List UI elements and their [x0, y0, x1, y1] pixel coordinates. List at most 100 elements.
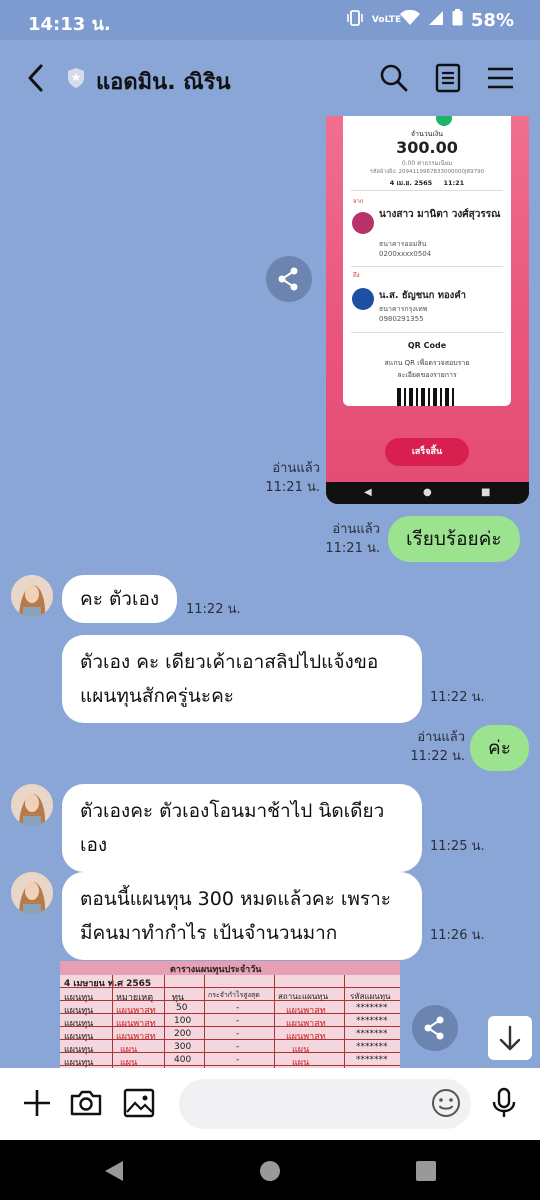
- gsb-bank-logo: [352, 212, 374, 234]
- message-input[interactable]: [179, 1079, 471, 1129]
- table-header-cell: แผนทุน: [64, 993, 94, 1003]
- receipt-time: 11:21: [443, 179, 465, 187]
- table-cell: *******: [356, 1055, 388, 1065]
- scroll-to-bottom-button[interactable]: [488, 1016, 532, 1060]
- avatar[interactable]: [11, 575, 53, 617]
- battery-percent: 58%: [470, 9, 514, 31]
- plan-table-image[interactable]: ตารางแผนทุนประจำวัน 4 เมษายน พ.ศ 2565 แผ…: [60, 961, 400, 1068]
- table-row: [60, 975, 400, 988]
- table-cell: *******: [356, 1042, 388, 1052]
- message-input-bar: [0, 1068, 540, 1140]
- qr-code: [397, 388, 457, 406]
- message-meta: อ่านแล้ว 11:22 น.: [395, 728, 465, 766]
- message-time: 11:21 น.: [265, 480, 320, 495]
- to-account: 0980291355: [379, 315, 424, 323]
- avatar[interactable]: [11, 784, 53, 826]
- table-cell: แผนทุน: [64, 1045, 94, 1055]
- back-button[interactable]: [22, 60, 52, 96]
- table-col-line: [112, 975, 113, 1068]
- table-cell: แผน: [120, 1045, 138, 1055]
- table-cell: แผนพาสท: [286, 1019, 326, 1029]
- camera-button[interactable]: [69, 1086, 103, 1120]
- incoming-message[interactable]: ตอนนี้แผนทุน 300 หมดแล้วคะ เพราะ มีคนมาท…: [62, 872, 422, 960]
- back-triangle-icon: [105, 1161, 123, 1181]
- incoming-message[interactable]: คะ ตัวเอง: [62, 575, 178, 623]
- to-label: ถึง: [353, 272, 360, 279]
- from-name: นางสาว มานิตา วงศ์สุวรรณ: [379, 209, 501, 220]
- table-header-cell: รหัสแผนทุน: [350, 992, 391, 1001]
- from-bank: ธนาคารออมสิน: [379, 240, 427, 248]
- message-line: มีคนมาทำกำไร เป้นจำนวนมาก: [80, 922, 338, 944]
- qr-desc-1: สแกน QR เพื่อตรวจสอบราย: [384, 359, 470, 367]
- message-time: 11:22 น.: [430, 690, 485, 705]
- divider: [351, 332, 503, 333]
- table-col-line: [204, 975, 205, 1068]
- system-nav-bar: [0, 1140, 540, 1200]
- notes-button[interactable]: [432, 62, 464, 94]
- incoming-message[interactable]: ตัวเอง คะ เดียวเค้าเอาสลิปไปแจ้งขอ แผนทุ…: [62, 635, 422, 723]
- recents-square-icon: [416, 1161, 436, 1181]
- message-time: 11:22 น.: [410, 749, 465, 764]
- table-header-cell: กระจำกำไรสูงสุด: [208, 991, 260, 999]
- table-cell: *******: [356, 1029, 388, 1039]
- receipt-screen: จำนวนเงิน 300.00 0.00 ค่าธรรมเนียม รหัสอ…: [326, 116, 529, 482]
- outgoing-message[interactable]: ค่ะ: [470, 725, 529, 771]
- message-time: 11:21 น.: [325, 541, 380, 556]
- finish-button: เสร็จสิ้น: [385, 438, 469, 466]
- share-icon: [278, 267, 298, 291]
- table-row: [60, 1027, 400, 1040]
- avatar[interactable]: [11, 872, 53, 914]
- back-triangle-icon: ◀: [364, 487, 372, 498]
- nav-back-button[interactable]: [103, 1160, 125, 1186]
- table-cell: 400: [174, 1055, 192, 1065]
- nav-home-button[interactable]: [259, 1160, 281, 1186]
- chat-title: แอดมิน. ณิริน: [96, 70, 231, 95]
- incoming-message[interactable]: ตัวเองคะ ตัวเองโอนมาช้าไป นิดเดียว เอง: [62, 784, 422, 872]
- share-button[interactable]: [412, 1005, 458, 1051]
- table-col-line: [274, 975, 275, 1068]
- phone-nav-bar: ◀ ● ■: [326, 482, 529, 504]
- table-cell: *******: [356, 1003, 388, 1013]
- divider: [351, 190, 503, 191]
- arrow-down-icon: [499, 1025, 521, 1051]
- transfer-receipt: จำนวนเงิน 300.00 0.00 ค่าธรรมเนียม รหัสอ…: [343, 116, 511, 406]
- plus-icon: [24, 1090, 50, 1116]
- table-title: ตารางแผนทุนประจำวัน: [170, 965, 262, 975]
- message-time: 11:25 น.: [430, 839, 485, 854]
- search-icon: [380, 64, 408, 92]
- emoji-button[interactable]: [429, 1086, 463, 1120]
- to-name: น.ส. ธัญชนก ทองคำ: [379, 290, 467, 301]
- table-cell: -: [236, 1042, 240, 1052]
- image-icon: [123, 1088, 155, 1118]
- table-col-line: [164, 975, 165, 1068]
- datetime-row: 4 เม.ย. 2565 11:21: [343, 178, 511, 188]
- table-cell: แผนพาสท: [116, 1032, 156, 1042]
- from-label: จาก: [353, 198, 364, 205]
- table-cell: -: [236, 1055, 240, 1065]
- chat-header: แอดมิน. ณิริน: [0, 40, 540, 116]
- smiley-icon: [432, 1089, 460, 1117]
- table-cell: -: [236, 1016, 240, 1026]
- notes-icon: [435, 63, 461, 93]
- receipt-date: 4 เม.ย. 2565: [389, 179, 433, 187]
- message-meta: อ่านแล้ว 11:21 น.: [310, 520, 380, 558]
- read-receipt: อ่านแล้ว: [272, 461, 320, 476]
- menu-button[interactable]: [485, 62, 517, 94]
- gallery-button[interactable]: [122, 1086, 156, 1120]
- qr-title: QR Code: [407, 341, 447, 350]
- message-line: ตอนนี้แผนทุน 300 หมดแล้วคะ เพราะ: [80, 888, 391, 910]
- share-button[interactable]: [266, 256, 312, 302]
- table-cell: 200: [174, 1029, 192, 1039]
- qr-desc-2: ละเอียดของรายการ: [397, 371, 457, 379]
- table-cell: 50: [176, 1003, 188, 1013]
- chat-area[interactable]: จำนวนเงิน 300.00 0.00 ค่าธรรมเนียม รหัสอ…: [0, 116, 540, 1068]
- plus-button[interactable]: [20, 1086, 54, 1120]
- outgoing-message[interactable]: เรียบร้อยค่ะ: [388, 516, 520, 562]
- nav-recents-button[interactable]: [415, 1160, 437, 1186]
- table-cell: แผน: [292, 1058, 310, 1068]
- voice-button[interactable]: [487, 1086, 521, 1120]
- search-button[interactable]: [378, 62, 410, 94]
- status-icons: VoLTE 58%: [346, 9, 514, 31]
- receipt-image-message[interactable]: จำนวนเงิน 300.00 0.00 ค่าธรรมเนียม รหัสอ…: [326, 116, 529, 504]
- shield-icon: [66, 67, 86, 89]
